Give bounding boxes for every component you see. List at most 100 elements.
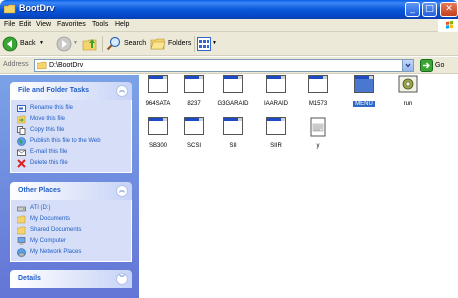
file-name: M1573 xyxy=(308,101,328,107)
search-button[interactable]: Search xyxy=(106,36,150,52)
file-name: SIIR xyxy=(270,143,282,149)
address-value: D:\BootDrv xyxy=(49,62,84,69)
move-icon xyxy=(17,115,26,124)
rename-icon xyxy=(17,105,26,112)
details-panel: Details ︾ xyxy=(10,270,132,288)
network-icon xyxy=(17,248,26,257)
file-name: 964SATA xyxy=(145,101,171,107)
expand-icon[interactable]: ︾ xyxy=(116,273,128,285)
file-list: 964SATA 8237 G3GARAID IAARAID M1573 MENU… xyxy=(139,75,458,298)
folder-icon xyxy=(17,215,26,224)
application-icon xyxy=(184,117,204,139)
toolbar: Back ▼ ▼ Search Folders ▼ xyxy=(0,32,458,56)
folder-icon xyxy=(37,61,47,70)
menu-view[interactable]: View xyxy=(36,21,51,28)
menu-bar: File Edit View Favorites Tools Help xyxy=(0,19,458,32)
place-label: My Computer xyxy=(30,238,67,244)
search-icon xyxy=(106,36,121,51)
folders-button[interactable]: Folders xyxy=(150,36,194,52)
go-button[interactable]: Go xyxy=(418,59,458,72)
other-places-panel: Other Places ︽ ATI (D:) My Documents Sha… xyxy=(10,182,132,262)
place-label: Shared Documents xyxy=(30,227,82,233)
up-folder-button[interactable] xyxy=(82,36,98,52)
application-icon xyxy=(223,75,243,97)
window-title: BootDrv xyxy=(19,3,55,13)
file-name: SB300 xyxy=(148,143,167,149)
email-icon xyxy=(17,149,26,156)
publish-icon xyxy=(17,137,26,146)
file-item-selected[interactable]: MENU xyxy=(344,75,384,127)
menu-edit[interactable]: Edit xyxy=(19,21,31,28)
panel-header[interactable]: File and Folder Tasks ︽ xyxy=(10,82,132,100)
file-folder-tasks-panel: File and Folder Tasks ︽ Rename this file… xyxy=(10,82,132,173)
application-icon xyxy=(308,75,328,97)
minimize-button[interactable]: _ xyxy=(405,2,420,17)
batch-file-icon xyxy=(398,75,418,93)
windows-logo-icon xyxy=(438,19,458,32)
file-name: SII xyxy=(229,143,237,149)
application-icon xyxy=(266,117,286,139)
application-icon xyxy=(354,75,374,97)
menu-favorites[interactable]: Favorites xyxy=(57,21,86,28)
panel-header[interactable]: Details ︾ xyxy=(10,270,132,288)
file-name: SCSI xyxy=(186,143,201,149)
menu-file[interactable]: File xyxy=(4,21,15,28)
menu-tools[interactable]: Tools xyxy=(92,21,108,28)
file-item[interactable]: SB300 xyxy=(138,117,178,169)
dropdown-arrow-icon[interactable]: ▼ xyxy=(212,40,217,46)
file-name: run xyxy=(403,101,413,107)
dropdown-arrow-icon[interactable]: ▼ xyxy=(39,40,44,46)
application-icon xyxy=(266,75,286,97)
panel-title: Details xyxy=(18,275,41,282)
folders-icon xyxy=(150,38,166,50)
views-button[interactable]: ▼ xyxy=(197,36,217,52)
file-item[interactable]: SCSI xyxy=(174,117,214,169)
collapse-icon[interactable]: ︽ xyxy=(116,85,128,97)
menu-help[interactable]: Help xyxy=(115,21,129,28)
panel-title: Other Places xyxy=(18,187,61,194)
place-label: My Documents xyxy=(30,216,71,222)
file-name: G3GARAID xyxy=(217,101,249,107)
collapse-icon[interactable]: ︽ xyxy=(116,185,128,197)
chevron-down-icon xyxy=(405,63,411,68)
back-arrow-icon xyxy=(2,36,18,52)
application-icon xyxy=(184,75,204,97)
up-folder-icon xyxy=(82,39,97,51)
copy-icon xyxy=(17,126,26,135)
file-item[interactable]: SII xyxy=(213,117,253,169)
address-label: Address xyxy=(3,61,29,68)
forward-button[interactable]: ▼ xyxy=(56,36,78,52)
dropdown-arrow-icon[interactable]: ▼ xyxy=(73,40,78,46)
panel-header[interactable]: Other Places ︽ xyxy=(10,182,132,200)
search-label: Search xyxy=(124,40,147,47)
back-label: Back xyxy=(20,40,36,47)
text-file-icon xyxy=(310,117,326,137)
address-field[interactable]: D:\BootDrv xyxy=(34,59,414,72)
task-label: Rename this file xyxy=(30,105,74,111)
folders-label: Folders xyxy=(168,40,192,47)
application-icon xyxy=(223,117,243,139)
application-icon xyxy=(148,117,168,139)
file-item[interactable]: SIIR xyxy=(256,117,296,169)
address-dropdown-button[interactable] xyxy=(402,60,413,71)
file-item[interactable]: y xyxy=(298,117,338,169)
go-arrow-icon xyxy=(420,59,433,72)
back-button[interactable]: Back ▼ xyxy=(2,36,44,52)
views-icon xyxy=(197,37,211,51)
panel-body: Rename this file Move this file Copy thi… xyxy=(10,100,132,173)
task-label: Move this file xyxy=(30,116,66,122)
file-name: y xyxy=(316,143,320,149)
title-bar[interactable]: BootDrv _ □ ✕ xyxy=(0,0,458,19)
application-icon xyxy=(148,75,168,97)
panel-body: ATI (D:) My Documents Shared Documents M… xyxy=(10,200,132,262)
close-button[interactable]: ✕ xyxy=(440,2,458,17)
task-pane: File and Folder Tasks ︽ Rename this file… xyxy=(0,75,139,298)
file-name: IAARAID xyxy=(263,101,288,107)
task-label: E-mail this file xyxy=(30,149,68,155)
place-label: ATI (D:) xyxy=(30,205,51,211)
task-label: Delete this file xyxy=(30,160,68,166)
maximize-button[interactable]: □ xyxy=(422,2,437,17)
folder-icon xyxy=(17,226,26,235)
folder-icon xyxy=(4,4,16,14)
file-item[interactable]: run xyxy=(388,75,428,127)
